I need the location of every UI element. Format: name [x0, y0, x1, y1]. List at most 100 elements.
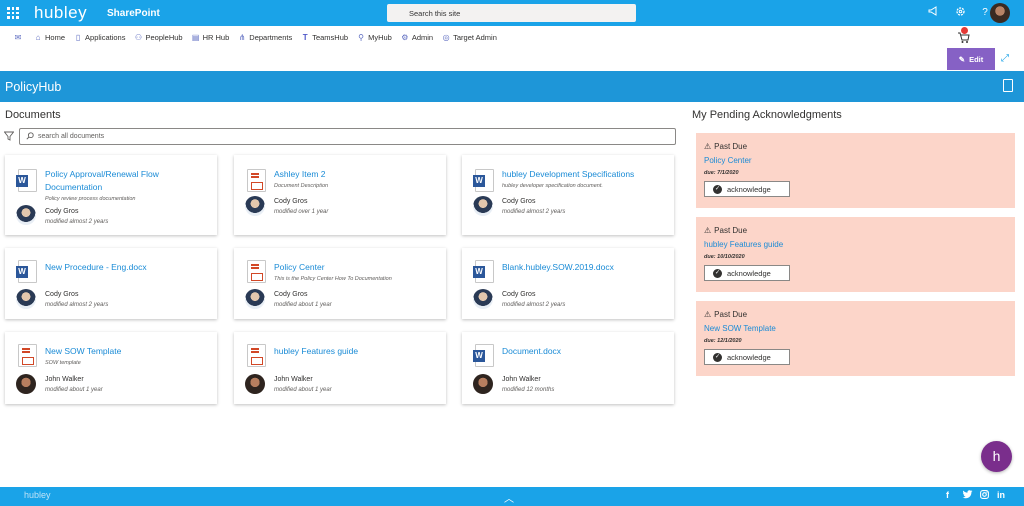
facebook-icon[interactable]: f	[946, 490, 949, 500]
document-modified: modified almost 2 years	[45, 302, 109, 308]
pending-item-link[interactable]: hubley Features guide	[704, 240, 783, 249]
document-title[interactable]: Policy Center	[274, 261, 439, 274]
twitter-icon[interactable]	[962, 490, 973, 501]
avatar	[245, 196, 265, 216]
acknowledge-button[interactable]: ✓ acknowledge	[704, 265, 790, 281]
document-author: John Walker	[45, 376, 84, 383]
target-icon: ◎	[442, 32, 450, 42]
page-title: PolicyHub	[5, 79, 62, 94]
nav-item-label: Target Admin	[453, 32, 497, 42]
linkedin-icon[interactable]: in	[997, 490, 1005, 500]
nav-item-myhub[interactable]: ⚲ MyHub	[357, 33, 392, 42]
pdf-icon	[247, 169, 266, 192]
document-search-input[interactable]: search all documents	[19, 128, 676, 145]
word-icon	[473, 260, 494, 283]
hubley-assistant-button[interactable]: h	[981, 441, 1012, 472]
nav-item-label: TeamsHub	[312, 32, 349, 42]
status-badge: ⚠ Past Due	[704, 310, 748, 319]
nav-item-home[interactable]: ⌂ Home	[34, 33, 65, 42]
pdf-icon	[18, 344, 37, 367]
document-author: Cody Gros	[274, 291, 308, 298]
document-title[interactable]: hubley Development Specifications	[502, 168, 667, 181]
chevron-up-icon[interactable]: ︿	[504, 490, 514, 505]
app-launcher-icon[interactable]	[0, 0, 26, 26]
nav-item-applications[interactable]: ▯ Applications	[74, 32, 126, 42]
document-author: John Walker	[274, 376, 313, 383]
pdf-icon	[247, 260, 266, 283]
document-modified: modified 12 months	[502, 387, 555, 393]
document-author: Cody Gros	[502, 291, 536, 298]
word-icon	[16, 260, 37, 283]
document-card[interactable]: Policy Center This is the Policy Center …	[234, 248, 446, 319]
check-circle-icon: ✓	[713, 268, 722, 278]
footer: hubley ︿ f in	[0, 487, 1024, 506]
nav-item-label: Applications	[85, 32, 126, 42]
site-search-placeholder: Search this site	[409, 8, 461, 18]
megaphone-icon[interactable]	[926, 6, 940, 21]
avatar	[16, 374, 36, 394]
pending-item-link[interactable]: Policy Center	[704, 156, 752, 165]
nav-mail-icon[interactable]: ✉	[14, 33, 25, 42]
instagram-icon[interactable]	[980, 490, 989, 501]
document-description: Policy review process documentation	[45, 196, 136, 202]
person-icon: ⚲	[358, 32, 364, 42]
document-title[interactable]: New Procedure - Eng.docx	[45, 261, 210, 274]
document-title[interactable]: Document.docx	[502, 345, 667, 358]
document-title[interactable]: New SOW Template	[45, 345, 210, 358]
user-avatar[interactable]	[990, 3, 1010, 23]
pending-title: My Pending Acknowledgments	[692, 109, 842, 121]
warning-icon: ⚠	[704, 310, 712, 319]
nav-item-teamshub[interactable]: T TeamsHub	[301, 33, 348, 42]
document-author: Cody Gros	[274, 198, 308, 205]
nav-item-peoplehub[interactable]: ⚇ PeopleHub	[134, 32, 183, 42]
document-card[interactable]: Policy Approval/Renewal Flow Documentati…	[5, 155, 217, 235]
document-card[interactable]: New SOW Template SOW template John Walke…	[5, 332, 217, 404]
pending-item-due: due: 12/1/2020	[704, 338, 742, 344]
document-description: Document Description	[274, 183, 329, 189]
avatar	[245, 374, 265, 394]
site-search-input[interactable]: Search this site	[387, 4, 636, 22]
document-card[interactable]: Ashley Item 2 Document Description Cody …	[234, 155, 446, 235]
pending-item: ⚠ Past Due Policy Center due: 7/1/2020 ✓ a…	[696, 133, 1015, 208]
acknowledge-button[interactable]: ✓ acknowledge	[704, 181, 790, 197]
document-modified: modified about 1 year	[45, 387, 103, 393]
document-title[interactable]: Policy Approval/Renewal Flow Documentati…	[45, 168, 210, 194]
edit-button[interactable]: ✎ Edit	[947, 48, 995, 70]
warning-icon: ⚠	[704, 226, 712, 235]
footer-brand: hubley	[24, 490, 51, 500]
document-description: hubley developer specification document.	[502, 183, 603, 189]
phone-icon: ▯	[75, 32, 81, 42]
document-author: Cody Gros	[45, 291, 79, 298]
nav-item-label: HR Hub	[202, 32, 230, 42]
document-card[interactable]: Document.docx John Walker modified 12 mo…	[462, 332, 674, 404]
document-description: SOW template	[45, 360, 81, 366]
nav-item-target-admin[interactable]: ◎ Target Admin	[442, 33, 497, 42]
pending-item-link[interactable]: New SOW Template	[704, 324, 776, 333]
acknowledge-button[interactable]: ✓ acknowledge	[704, 349, 790, 365]
document-title[interactable]: hubley Features guide	[274, 345, 439, 358]
brand-logo[interactable]: hubley	[34, 3, 92, 23]
nav-item-admin[interactable]: ⚙ Admin	[401, 33, 433, 42]
avatar	[473, 374, 493, 394]
document-card[interactable]: Blank.hubley.SOW.2019.docx Cody Gros mod…	[462, 248, 674, 319]
sharepoint-label[interactable]: SharePoint	[107, 8, 160, 19]
document-icon[interactable]	[1003, 79, 1013, 92]
avatar	[16, 289, 36, 309]
nav-item-departments[interactable]: ⋔ Departments	[238, 33, 292, 42]
document-card[interactable]: New Procedure - Eng.docx Cody Gros modif…	[5, 248, 217, 319]
document-card[interactable]: hubley Development Specifications hubley…	[462, 155, 674, 235]
settings-icon: ⚙	[401, 32, 409, 42]
gear-icon[interactable]	[953, 6, 967, 22]
document-title[interactable]: Ashley Item 2	[274, 168, 439, 181]
document-title[interactable]: Blank.hubley.SOW.2019.docx	[502, 261, 667, 274]
document-modified: modified about 1 year	[274, 387, 332, 393]
nav-item-hr-hub[interactable]: ▤ HR Hub	[192, 32, 230, 42]
document-card[interactable]: hubley Features guide John Walker modifi…	[234, 332, 446, 404]
expand-icon[interactable]: ⤢	[1001, 53, 1009, 64]
document-description: This is the Policy Center How To Documen…	[274, 276, 392, 282]
nav-item-label: Departments	[249, 32, 293, 42]
nav-item-label: PeopleHub	[145, 32, 183, 42]
people-icon: ⚇	[134, 32, 143, 42]
filter-icon[interactable]	[3, 131, 15, 143]
document-author: John Walker	[502, 376, 541, 383]
